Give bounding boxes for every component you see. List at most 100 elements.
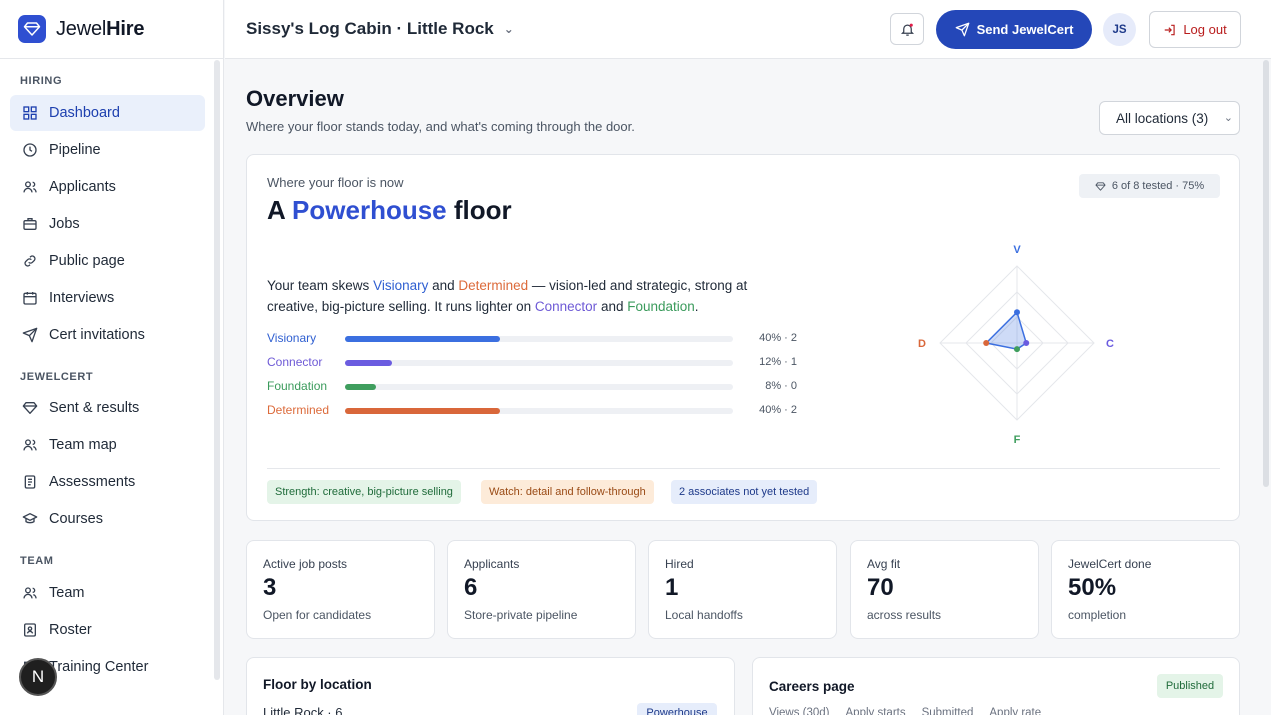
floor-by-location-title: Floor by location	[263, 677, 372, 692]
stat-value: 70	[867, 574, 894, 601]
bar-row-visionary: Visionary 40% · 2	[267, 331, 797, 345]
stat-applicants[interactable]: Applicants 6 Store-private pipeline	[447, 540, 636, 639]
stat-active-job-posts[interactable]: Active job posts 3 Open for candidates	[246, 540, 435, 639]
section-label-jewelcert: JEWELCERT	[20, 371, 94, 383]
stat-label: Applicants	[464, 557, 520, 571]
stat-sub: completion	[1068, 608, 1127, 622]
stat-label: Active job posts	[263, 557, 348, 571]
radar-point-c	[1023, 340, 1030, 346]
sidebar-item-label: Jobs	[49, 216, 80, 232]
notifications-button[interactable]	[890, 13, 924, 45]
assistant-avatar[interactable]: N	[19, 658, 57, 696]
stat-label: JewelCert done	[1068, 557, 1152, 571]
users-icon	[21, 179, 38, 196]
gem-logo-icon	[18, 15, 46, 43]
brand[interactable]: JewelHire	[0, 0, 223, 59]
users-icon	[21, 437, 38, 454]
brand-name: JewelHire	[56, 17, 145, 40]
sidebar-item-team[interactable]: Team	[10, 575, 205, 611]
floor-by-location-card: Floor by location Little Rock · 6 Powerh…	[246, 657, 735, 715]
floor-card: Where your floor is now A Powerhouse flo…	[246, 154, 1240, 521]
bar-row-connector: Connector 12% · 1	[267, 355, 797, 369]
sidebar-item-label: Assessments	[49, 474, 136, 490]
sidebar-item-courses[interactable]: Courses	[10, 501, 205, 537]
stat-sub: Local handoffs	[665, 608, 743, 622]
stat-hired[interactable]: Hired 1 Local handoffs	[648, 540, 837, 639]
careers-columns: Views (30d) Apply starts Submitted Apply…	[769, 707, 1057, 715]
stat-avg-fit[interactable]: Avg fit 70 across results	[850, 540, 1039, 639]
careers-page-title: Careers page	[769, 679, 855, 694]
careers-col: Apply starts	[845, 707, 906, 715]
tested-badge: 6 of 8 tested · 75%	[1079, 174, 1220, 198]
untested-chip[interactable]: 2 associates not yet tested	[671, 480, 818, 504]
stat-sub: across results	[867, 608, 942, 622]
sidebar-item-label: Applicants	[49, 179, 116, 195]
section-label-team: TEAM	[20, 555, 54, 567]
watch-chip: Watch: detail and follow-through	[481, 480, 654, 504]
divider	[267, 468, 1220, 469]
sidebar-item-pipeline[interactable]: Pipeline	[10, 132, 205, 168]
logout-label: Log out	[1183, 22, 1227, 37]
radar-chart: V C F D	[918, 244, 1114, 446]
link-icon	[21, 253, 38, 270]
main-scrollbar[interactable]	[1263, 60, 1269, 487]
chevron-down-icon: ⌄	[1223, 112, 1233, 124]
sidebar-item-label: Public page	[49, 253, 125, 269]
stat-value: 6	[464, 574, 478, 601]
sidebar-item-sent-results[interactable]: Sent & results	[10, 390, 205, 426]
sidebar-item-applicants[interactable]: Applicants	[10, 169, 205, 205]
stat-value: 50%	[1068, 574, 1117, 601]
gem-icon	[21, 400, 38, 417]
briefcase-icon	[21, 216, 38, 233]
stat-label: Hired	[665, 557, 694, 571]
careers-page-card: Careers page Published Views (30d) Apply…	[752, 657, 1240, 715]
sidebar-item-public-page[interactable]: Public page	[10, 243, 205, 279]
radar-label-f: F	[1014, 434, 1021, 446]
stat-sub: Open for candidates	[263, 608, 372, 622]
section-label-hiring: HIRING	[20, 75, 63, 87]
sidebar-item-jobs[interactable]: Jobs	[10, 206, 205, 242]
stat-jewelcert-done[interactable]: JewelCert done 50% completion	[1051, 540, 1240, 639]
sidebar-item-label: Sent & results	[49, 400, 140, 416]
send-jewelcert-button[interactable]: Send JewelCert	[936, 10, 1092, 49]
bell-icon	[900, 23, 914, 36]
sidebar-item-label: Roster	[49, 622, 92, 638]
published-badge: Published	[1157, 674, 1223, 698]
sidebar: JewelHire HIRING Dashboard Pipeline Appl…	[0, 0, 224, 715]
calendar-icon	[21, 290, 38, 307]
location-row-label: Little Rock · 6	[263, 705, 343, 715]
sidebar-item-team-map[interactable]: Team map	[10, 427, 205, 463]
careers-col: Submitted	[921, 707, 974, 715]
store-switcher[interactable]: Sissy's Log Cabin · Little Rock ⌄	[246, 19, 514, 39]
logout-button[interactable]: Log out	[1149, 11, 1241, 48]
send-icon	[21, 327, 38, 344]
sidebar-item-interviews[interactable]: Interviews	[10, 280, 205, 316]
location-select[interactable]: All locations (3) ⌄	[1099, 101, 1240, 135]
send-jewelcert-label: Send JewelCert	[976, 22, 1074, 37]
sidebar-item-cert-invitations[interactable]: Cert invitations	[10, 317, 205, 353]
radar-point-v	[1014, 309, 1020, 316]
sidebar-item-dashboard[interactable]: Dashboard	[10, 95, 205, 131]
floor-description: Your team skews Visionary and Determined…	[267, 278, 748, 314]
sidebar-item-label: Interviews	[49, 290, 115, 306]
floor-eyebrow: Where your floor is now	[267, 175, 404, 190]
sidebar-item-assessments[interactable]: Assessments	[10, 464, 205, 500]
grid-icon	[21, 105, 38, 122]
sidebar-scrollbar[interactable]	[214, 60, 220, 680]
sidebar-item-roster[interactable]: Roster	[10, 612, 205, 648]
clipboard-icon	[21, 474, 38, 491]
sidebar-item-label: Training Center	[49, 659, 149, 675]
sidebar-item-label: Pipeline	[49, 142, 101, 158]
location-floor-badge: Powerhouse	[637, 703, 717, 715]
careers-col: Views (30d)	[769, 707, 830, 715]
topbar: Sissy's Log Cabin · Little Rock ⌄ Send J…	[225, 0, 1271, 59]
strength-chip: Strength: creative, big-picture selling	[267, 480, 461, 504]
radar-point-f	[1014, 346, 1020, 353]
page-subtitle: Where your floor stands today, and what'…	[246, 119, 635, 134]
radar-label-v: V	[1013, 244, 1021, 256]
user-avatar[interactable]: JS	[1103, 13, 1136, 46]
stat-label: Avg fit	[867, 557, 901, 571]
sidebar-item-label: Courses	[49, 511, 103, 527]
radar-point-d	[983, 340, 990, 346]
gem-icon	[1095, 181, 1106, 191]
